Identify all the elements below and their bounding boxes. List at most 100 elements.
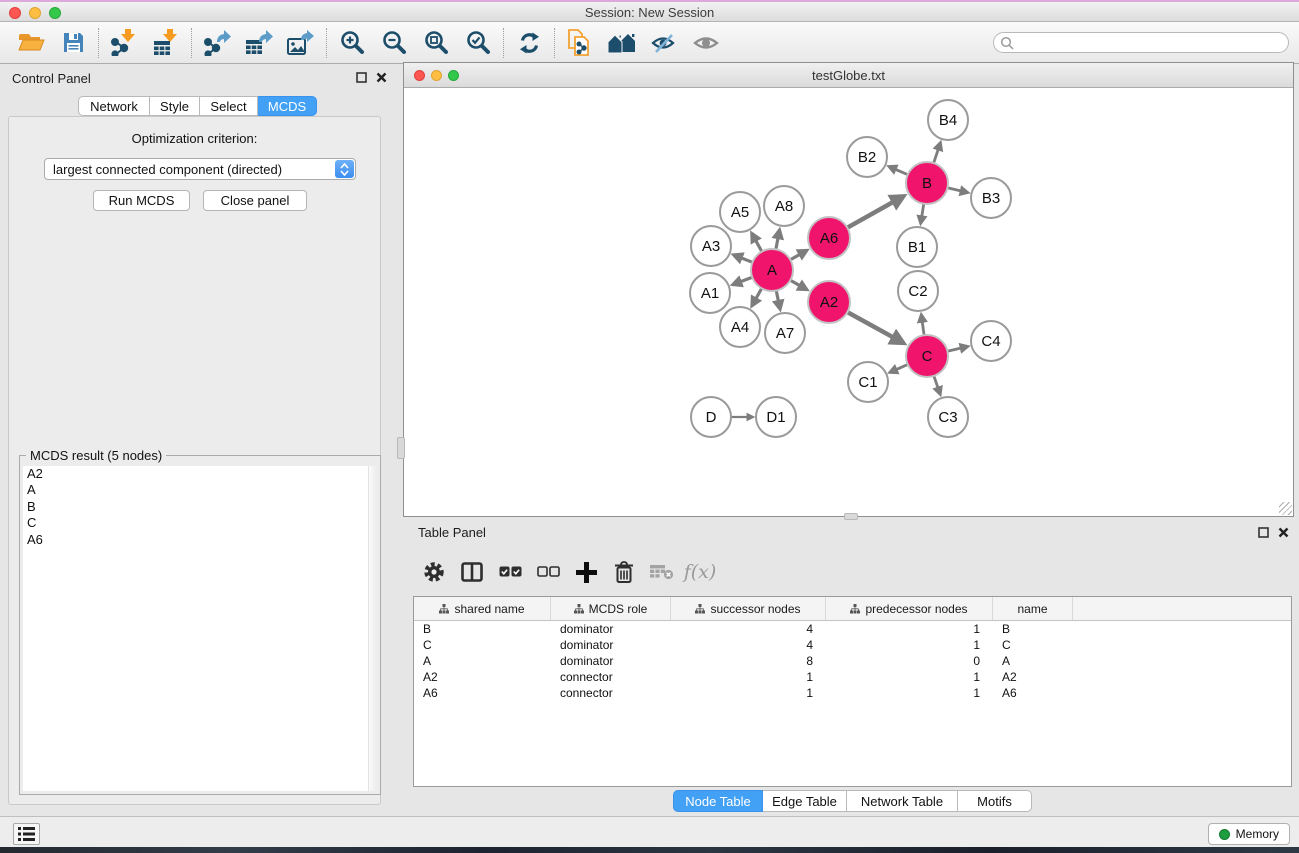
delete-table-button[interactable] — [645, 557, 679, 587]
import-network-button[interactable] — [103, 26, 145, 60]
resize-grip-icon[interactable] — [1279, 502, 1292, 515]
graph-edge-B-B3[interactable] — [947, 188, 960, 191]
table-cell[interactable]: C — [414, 638, 551, 652]
table-cell[interactable]: A — [414, 654, 551, 668]
apply-layout-button[interactable] — [601, 26, 643, 60]
float-table-panel-icon[interactable] — [1258, 527, 1269, 538]
mcds-result-item[interactable]: C — [23, 515, 377, 531]
mcds-result-scrollbar[interactable] — [368, 466, 377, 791]
show-all-button[interactable] — [685, 26, 727, 60]
memory-button[interactable]: Memory — [1208, 823, 1290, 845]
tab-mcds[interactable]: MCDS — [258, 96, 317, 116]
clone-network-button[interactable] — [559, 26, 601, 60]
table-cell[interactable]: dominator — [551, 654, 671, 668]
column-header-successor-nodes[interactable]: successor nodes — [671, 597, 826, 620]
task-history-button[interactable] — [13, 823, 40, 845]
search-input[interactable] — [993, 32, 1289, 53]
table-row[interactable]: Cdominator41C — [414, 637, 1291, 653]
table-cell[interactable]: 0 — [826, 654, 993, 668]
graph-edge-A-A3[interactable] — [742, 258, 753, 262]
add-column-button[interactable] — [569, 557, 603, 587]
close-panel-button[interactable]: Close panel — [203, 190, 307, 211]
table-cell[interactable]: B — [993, 622, 1073, 636]
graph-edge-A6-B[interactable] — [847, 202, 893, 228]
graph-edge-A-A2[interactable] — [790, 280, 799, 285]
deselect-all-rows-button[interactable] — [531, 557, 565, 587]
float-panel-icon[interactable] — [356, 72, 367, 83]
table-cell[interactable]: 1 — [671, 686, 826, 700]
table-cell[interactable]: 1 — [826, 638, 993, 652]
table-cell[interactable]: connector — [551, 686, 671, 700]
table-cell[interactable]: A2 — [993, 670, 1073, 684]
criterion-select[interactable]: largest connected component (directed) — [44, 158, 356, 180]
table-settings-button[interactable] — [417, 557, 451, 587]
table-cell[interactable]: 1 — [671, 670, 826, 684]
table-row[interactable]: A2connector11A2 — [414, 669, 1291, 685]
graph-edge-A-A4[interactable] — [756, 288, 762, 298]
delete-columns-button[interactable] — [607, 557, 641, 587]
open-session-button[interactable] — [10, 26, 52, 60]
close-table-panel-icon[interactable] — [1278, 527, 1289, 538]
tab-network[interactable]: Network — [78, 96, 150, 116]
function-builder-button[interactable]: f(x) — [683, 557, 717, 587]
mcds-result-item[interactable]: A2 — [23, 466, 377, 482]
mcds-result-list[interactable]: A2ABCA6 — [23, 466, 377, 791]
vertical-splitter-handle[interactable] — [397, 437, 405, 459]
export-image-button[interactable] — [280, 26, 322, 60]
mcds-result-item[interactable]: B — [23, 499, 377, 515]
tab-motifs[interactable]: Motifs — [958, 790, 1032, 812]
table-cell[interactable]: B — [414, 622, 551, 636]
save-session-button[interactable] — [52, 26, 94, 60]
graph-edge-B-B2[interactable] — [896, 169, 908, 174]
table-cell[interactable]: A6 — [993, 686, 1073, 700]
graph-edge-A-A5[interactable] — [756, 241, 762, 252]
table-cell[interactable]: dominator — [551, 638, 671, 652]
split-panel-button[interactable] — [455, 557, 489, 587]
import-table-button[interactable] — [145, 26, 187, 60]
mcds-result-item[interactable]: A6 — [23, 532, 377, 548]
table-row[interactable]: Bdominator41B — [414, 621, 1291, 637]
tab-style[interactable]: Style — [150, 96, 200, 116]
graph-edge-C-C4[interactable] — [947, 348, 960, 351]
zoom-fit-button[interactable] — [415, 26, 457, 60]
table-cell[interactable]: C — [993, 638, 1073, 652]
table-cell[interactable]: connector — [551, 670, 671, 684]
table-cell[interactable]: A6 — [414, 686, 551, 700]
graph-edge-A-A1[interactable] — [741, 277, 753, 281]
column-header-shared-name[interactable]: shared name — [414, 597, 551, 620]
horizontal-splitter-handle[interactable] — [844, 513, 858, 520]
close-panel-icon[interactable] — [376, 72, 387, 83]
table-row[interactable]: A6connector11A6 — [414, 685, 1291, 701]
graph-edge-B-B1[interactable] — [922, 204, 924, 216]
refresh-button[interactable] — [508, 26, 550, 60]
table-cell[interactable]: A — [993, 654, 1073, 668]
hide-selected-button[interactable] — [643, 26, 685, 60]
column-header-name[interactable]: name — [993, 597, 1073, 620]
export-table-button[interactable] — [238, 26, 280, 60]
network-graph[interactable]: AA1A2A3A4A5A6A7A8BB1B2B3B4CC1C2C3C4DD1 — [404, 88, 1293, 516]
network-window-titlebar[interactable]: testGlobe.txt — [404, 63, 1293, 88]
table-row[interactable]: Adominator80A — [414, 653, 1291, 669]
graph-edge-C-C3[interactable] — [934, 376, 938, 388]
zoom-in-button[interactable] — [331, 26, 373, 60]
graph-edge-B-B4[interactable] — [934, 150, 938, 163]
zoom-selected-button[interactable] — [457, 26, 499, 60]
table-cell[interactable]: dominator — [551, 622, 671, 636]
graph-edge-C-C2[interactable] — [922, 322, 924, 335]
column-header-predecessor-nodes[interactable]: predecessor nodes — [826, 597, 993, 620]
graph-edge-C-C1[interactable] — [897, 364, 908, 369]
tab-select[interactable]: Select — [200, 96, 258, 116]
zoom-out-button[interactable] — [373, 26, 415, 60]
run-mcds-button[interactable]: Run MCDS — [93, 190, 190, 211]
table-cell[interactable]: 1 — [826, 622, 993, 636]
table-cell[interactable]: A2 — [414, 670, 551, 684]
table-cell[interactable]: 4 — [671, 638, 826, 652]
table-cell[interactable]: 8 — [671, 654, 826, 668]
table-cell[interactable]: 1 — [826, 670, 993, 684]
tab-network-table[interactable]: Network Table — [847, 790, 958, 812]
graph-edge-A-A6[interactable] — [790, 255, 799, 260]
export-network-button[interactable] — [196, 26, 238, 60]
graph-edge-A2-C[interactable] — [847, 312, 892, 337]
tab-node-table[interactable]: Node Table — [673, 790, 763, 812]
tab-edge-table[interactable]: Edge Table — [763, 790, 847, 812]
